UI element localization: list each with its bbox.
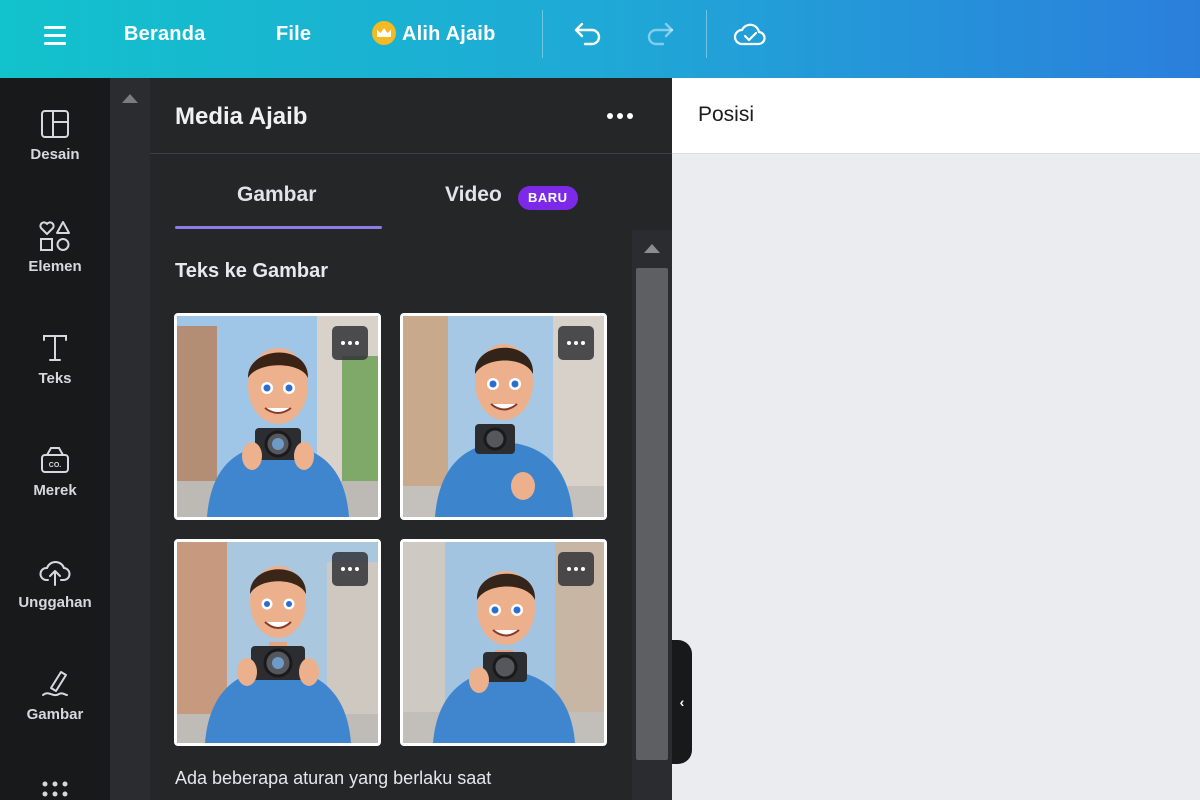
rail-item-label: Gambar xyxy=(26,706,84,723)
image-options-icon[interactable] xyxy=(332,552,368,586)
generated-image-2[interactable] xyxy=(400,313,607,520)
magic-switch-label: Alih Ajaib xyxy=(402,23,496,45)
panel-title: Media Ajaib xyxy=(175,103,308,130)
shapes-icon xyxy=(37,218,73,254)
generated-image-4[interactable] xyxy=(400,539,607,746)
rail-scrollbar[interactable] xyxy=(110,78,150,800)
editor-toolbar: Posisi xyxy=(672,78,1200,154)
tab-images[interactable]: Gambar xyxy=(237,183,316,207)
rail-item-uploads[interactable]: Unggahan xyxy=(0,554,110,644)
magic-media-panel: Media Ajaib Gambar Video BARU Teks ke Ga… xyxy=(150,78,672,800)
rail-item-draw[interactable]: Gambar xyxy=(0,666,110,756)
draw-icon xyxy=(37,666,73,702)
new-badge: BARU xyxy=(518,186,578,210)
design-canvas-area[interactable] xyxy=(672,155,1200,800)
cloud-upload-icon xyxy=(37,554,73,590)
crown-icon xyxy=(372,21,396,45)
scrollbar-thumb[interactable] xyxy=(636,268,668,760)
image-options-icon[interactable] xyxy=(558,552,594,586)
image-options-icon[interactable] xyxy=(558,326,594,360)
rail-item-elements[interactable]: Elemen xyxy=(0,218,110,308)
scroll-up-arrow-icon[interactable] xyxy=(122,94,138,103)
svg-text:CO.: CO. xyxy=(49,462,62,469)
active-tab-indicator xyxy=(175,226,382,229)
position-button[interactable]: Posisi xyxy=(698,103,754,127)
cloud-check-icon[interactable] xyxy=(732,16,768,52)
hamburger-icon[interactable] xyxy=(40,22,70,52)
rail-item-brand[interactable]: CO. Merek xyxy=(0,442,110,532)
rail-item-text[interactable]: Teks xyxy=(0,330,110,420)
side-rail: Desain Elemen Teks CO. Merek Unggahan Ga… xyxy=(0,78,110,800)
rail-item-design[interactable]: Desain xyxy=(0,106,110,196)
apps-grid-icon[interactable] xyxy=(42,780,68,800)
image-options-icon[interactable] xyxy=(332,326,368,360)
text-icon xyxy=(37,330,73,366)
layout-icon xyxy=(37,106,73,142)
tab-video[interactable]: Video xyxy=(445,183,502,207)
rail-item-label: Teks xyxy=(38,370,72,387)
scroll-up-arrow-icon[interactable] xyxy=(644,244,660,253)
generated-image-1[interactable] xyxy=(174,313,381,520)
redo-icon[interactable] xyxy=(642,16,678,52)
rail-item-label: Unggahan xyxy=(18,594,92,611)
rail-item-label: Desain xyxy=(30,146,80,163)
magic-switch-button[interactable]: Alih Ajaib xyxy=(372,20,495,48)
more-options-icon[interactable] xyxy=(600,100,640,132)
top-bar: Beranda File Alih Ajaib xyxy=(0,0,1200,78)
generated-image-3[interactable] xyxy=(174,539,381,746)
rail-item-label: Merek xyxy=(33,482,77,499)
collapse-panel-button[interactable]: ‹ xyxy=(672,640,692,764)
help-text: Ada beberapa aturan yang berlaku saat xyxy=(175,768,492,788)
rail-item-label: Elemen xyxy=(28,258,82,275)
home-button[interactable]: Beranda xyxy=(124,20,205,48)
brand-icon: CO. xyxy=(37,442,73,478)
file-menu-button[interactable]: File xyxy=(276,20,311,48)
chevron-left-icon: ‹ xyxy=(679,694,685,710)
divider xyxy=(150,153,672,154)
panel-scrollbar[interactable] xyxy=(632,230,672,800)
section-title: Teks ke Gambar xyxy=(175,260,329,282)
undo-icon[interactable] xyxy=(570,16,606,52)
toolbar-divider xyxy=(542,10,543,58)
toolbar-divider xyxy=(706,10,707,58)
